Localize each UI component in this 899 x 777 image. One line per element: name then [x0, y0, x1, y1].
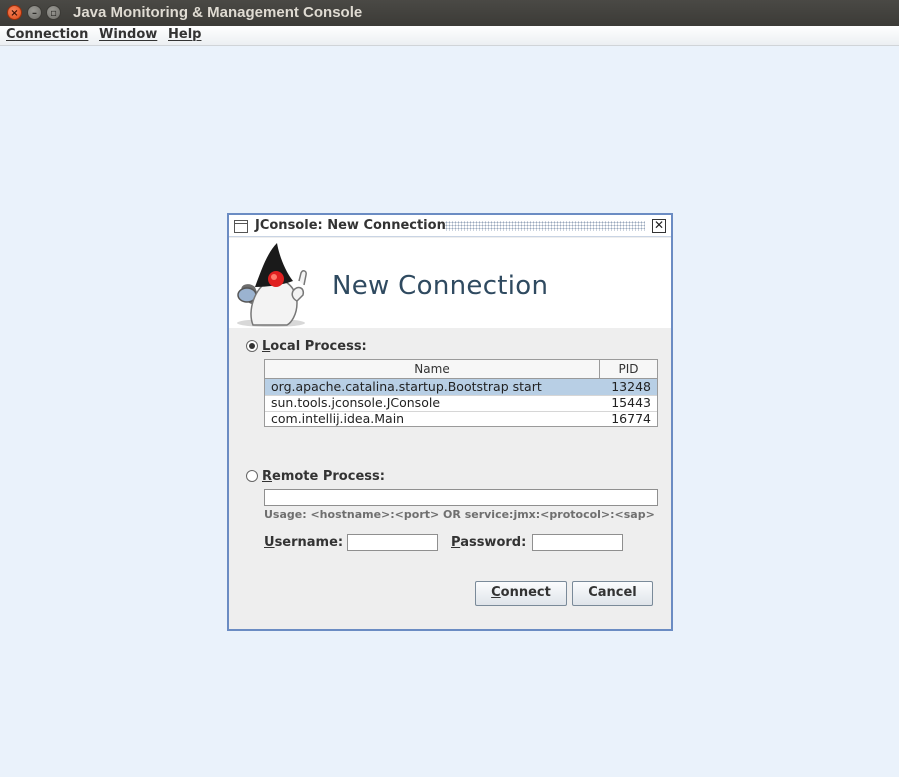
- username-label-text: sername:: [274, 535, 344, 550]
- table-row[interactable]: com.intellij.idea.Main 16774: [265, 411, 657, 427]
- remote-process-mnemonic: R: [262, 469, 273, 484]
- dialog-close-button[interactable]: ✕: [652, 219, 666, 233]
- minimize-icon: –: [32, 8, 37, 19]
- new-connection-dialog: JConsole: New Connection ✕ New Connectio…: [227, 213, 673, 631]
- menu-window-label: indow: [113, 27, 158, 42]
- dialog-header-title: New Connection: [332, 271, 549, 301]
- column-header-pid[interactable]: PID: [599, 360, 657, 379]
- menu-window[interactable]: Window: [99, 27, 157, 42]
- dialog-title: JConsole: New Connection: [255, 218, 446, 233]
- menu-help-label: elp: [178, 27, 202, 42]
- local-process-radio[interactable]: [246, 340, 258, 352]
- row-name: org.apache.catalina.startup.Bootstrap st…: [271, 379, 542, 394]
- connect-button[interactable]: Connect: [475, 581, 567, 606]
- username-field[interactable]: [347, 534, 438, 551]
- connect-label: onnect: [500, 585, 551, 600]
- menu-connection[interactable]: Connection: [6, 27, 88, 42]
- password-field[interactable]: [532, 534, 623, 551]
- window-maximize-button[interactable]: ▫: [46, 5, 61, 20]
- menubar: Connection Window Help: [0, 26, 899, 46]
- menu-help-mnemonic: H: [168, 27, 179, 42]
- row-name: sun.tools.jconsole.JConsole: [271, 395, 441, 410]
- menu-connection-label: onnection: [15, 27, 89, 42]
- remote-process-label-text: emote Process:: [272, 469, 385, 484]
- remote-process-input[interactable]: [264, 489, 658, 506]
- window-minimize-button[interactable]: –: [27, 5, 42, 20]
- titlebar-grip: [445, 221, 645, 231]
- window-titlebar[interactable]: × – ▫ Java Monitoring & Management Conso…: [0, 0, 899, 26]
- local-process-label: Local Process:: [262, 339, 367, 354]
- table-header: Name PID: [265, 360, 657, 379]
- password-label-text: assword:: [460, 535, 527, 550]
- password-label: Password:: [451, 535, 526, 550]
- row-pid: 16774: [611, 411, 651, 426]
- close-icon: ×: [10, 8, 19, 19]
- remote-process-label: Remote Process:: [262, 469, 385, 484]
- row-pid: 15443: [611, 395, 651, 410]
- internal-frame-icon: [234, 220, 248, 233]
- local-process-table[interactable]: Name PID org.apache.catalina.startup.Boo…: [264, 359, 658, 427]
- table-row[interactable]: org.apache.catalina.startup.Bootstrap st…: [265, 379, 657, 395]
- local-process-label-text: ocal Process:: [270, 339, 367, 354]
- menu-connection-mnemonic: C: [6, 27, 16, 42]
- menu-help[interactable]: Help: [168, 27, 201, 42]
- duke-mascot-icon: [237, 243, 307, 327]
- password-mnemonic: P: [451, 535, 461, 550]
- dialog-header: New Connection: [229, 238, 671, 328]
- table-row[interactable]: sun.tools.jconsole.JConsole 15443: [265, 395, 657, 411]
- username-mnemonic: U: [264, 535, 275, 550]
- column-header-name[interactable]: Name: [265, 362, 599, 376]
- cancel-button[interactable]: Cancel: [572, 581, 653, 606]
- remote-process-radio[interactable]: [246, 470, 258, 482]
- remote-usage-hint: Usage: <hostname>:<port> OR service:jmx:…: [264, 508, 655, 521]
- menu-window-mnemonic: W: [99, 27, 114, 42]
- row-name: com.intellij.idea.Main: [271, 411, 405, 426]
- window-close-button[interactable]: ×: [7, 5, 22, 20]
- close-icon: ✕: [653, 218, 665, 232]
- maximize-icon: ▫: [50, 8, 57, 19]
- dialog-titlebar[interactable]: JConsole: New Connection ✕: [229, 215, 671, 237]
- row-pid: 13248: [611, 379, 651, 394]
- connect-mnemonic: C: [491, 585, 501, 600]
- window-title: Java Monitoring & Management Console: [73, 4, 363, 21]
- username-label: Username:: [264, 535, 343, 550]
